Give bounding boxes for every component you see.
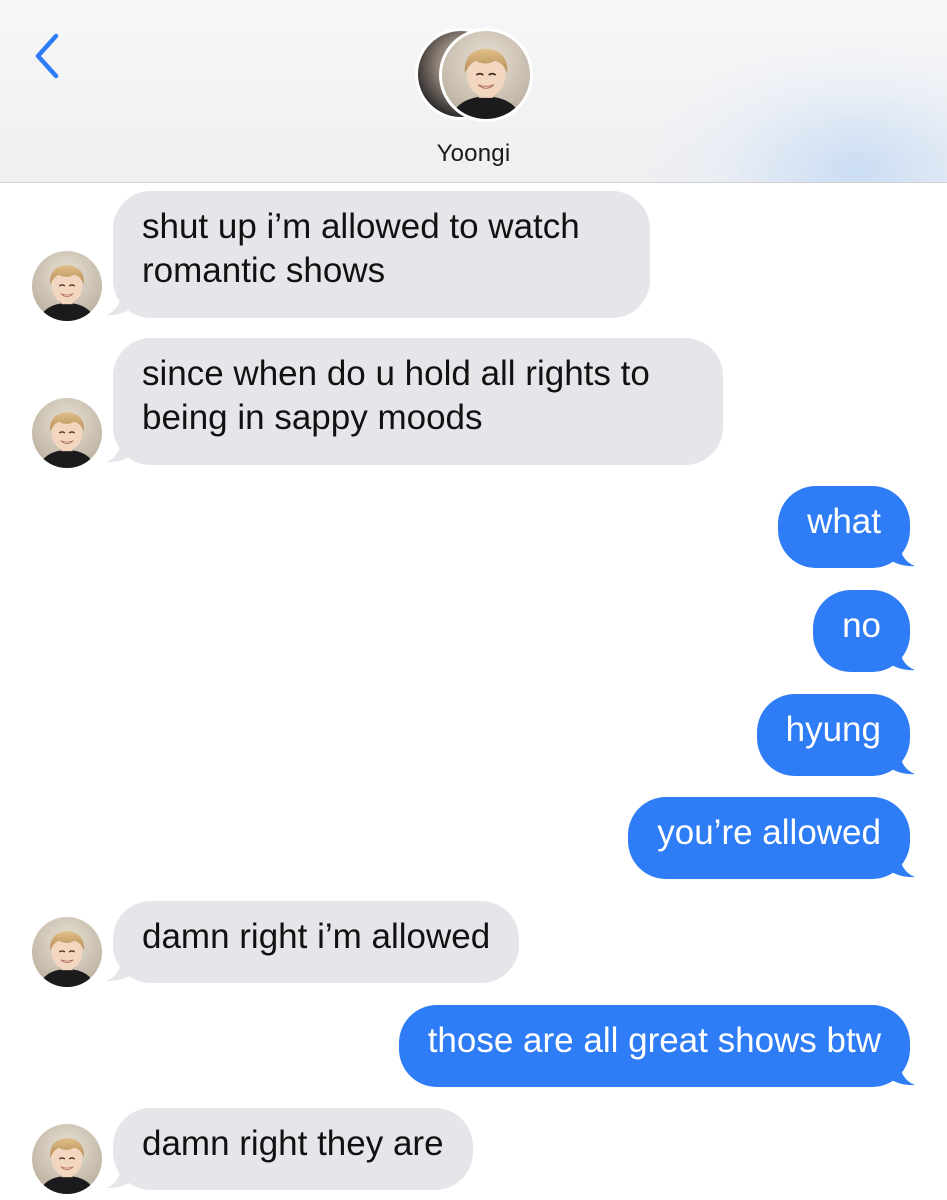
incoming-message-bubble[interactable]: shut up i’m allowed to watch romantic sh…	[113, 191, 650, 318]
message-text-line: shut up i’m allowed to watch	[142, 207, 580, 246]
message-text-line: romantic shows	[142, 251, 386, 290]
chevron-left-icon	[35, 33, 59, 79]
contact-avatar	[439, 28, 533, 122]
incoming-message-bubble[interactable]: since when do u hold all rights to being…	[113, 338, 723, 465]
message-text-line: no	[842, 606, 881, 645]
outgoing-message-bubble[interactable]: those are all great shows btw	[398, 1005, 910, 1087]
outgoing-message-bubble[interactable]: you’re allowed	[628, 797, 910, 879]
outgoing-message-bubble[interactable]: what	[778, 486, 910, 568]
message-text-line: those are all great shows btw	[427, 1021, 881, 1060]
message-text-line: damn right i’m allowed	[142, 917, 491, 956]
incoming-message-bubble[interactable]: damn right i’m allowed	[113, 901, 520, 983]
message-text-line: being in sappy moods	[142, 398, 483, 437]
sender-avatar	[32, 251, 102, 321]
conversation-header: Yoongi	[0, 0, 947, 183]
sender-avatar	[32, 917, 102, 987]
sender-avatar	[32, 398, 102, 468]
message-text-line: hyung	[785, 710, 881, 749]
message-text-line: since when do u hold all rights to	[142, 354, 650, 393]
message-text-line: what	[807, 502, 881, 541]
message-text-line: damn right they are	[142, 1124, 444, 1163]
sender-avatar	[32, 1124, 102, 1194]
outgoing-message-bubble[interactable]: hyung	[756, 694, 910, 776]
contact-avatar-group[interactable]	[415, 28, 533, 124]
message-text-line: you’re allowed	[657, 813, 881, 852]
outgoing-message-bubble[interactable]: no	[813, 590, 910, 672]
contact-name[interactable]: Yoongi	[0, 140, 947, 168]
back-button[interactable]	[28, 30, 68, 82]
incoming-message-bubble[interactable]: damn right they are	[113, 1108, 473, 1190]
